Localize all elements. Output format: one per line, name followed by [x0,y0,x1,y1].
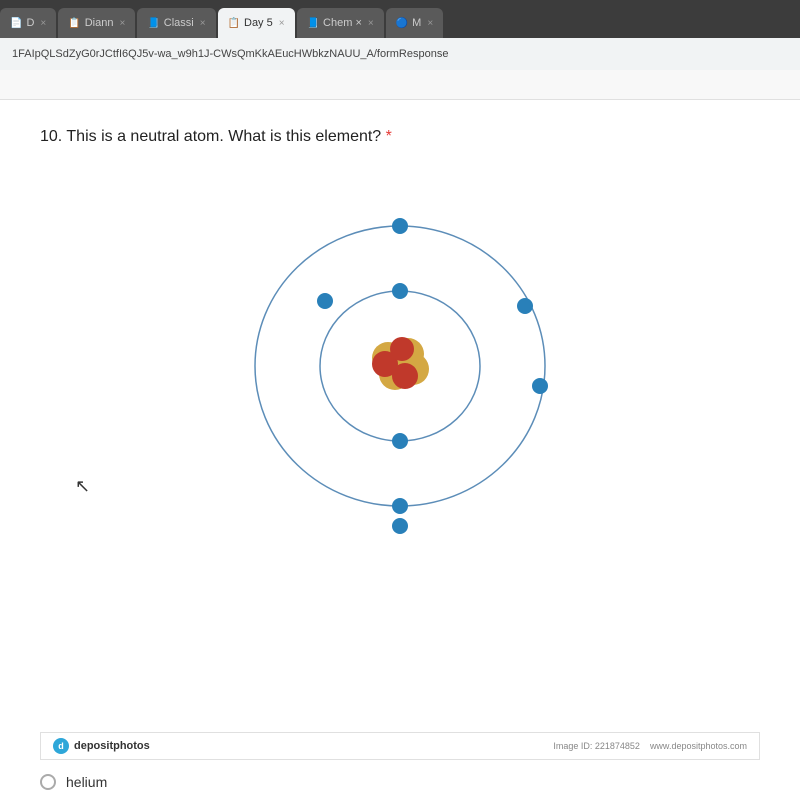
tab-close-m[interactable]: × [427,18,433,29]
browser-frame: 📄 D × 📋 Diann × 📘 Classi × 📋 Day 5 × 📘 C… [0,0,800,800]
tab-day5[interactable]: 📋 Day 5 × [218,8,295,38]
atom-svg [230,186,570,546]
tab-close-classi[interactable]: × [200,18,206,29]
address-bar[interactable]: 1FAIpQLSdZyG0rJCtfI6QJ5v-wa_w9h1J-CWsQmK… [0,38,800,70]
electron-outer-1 [392,218,408,234]
tab-chem[interactable]: 📘 Chem × × [297,8,384,38]
tab-m[interactable]: 🔵 M × [386,8,443,38]
tab-label-m: M [412,17,421,29]
electron-outer-4 [317,293,333,309]
electron-outer-2 [517,298,533,314]
electron-outer-5 [392,498,408,514]
tab-icon-m: 🔵 [396,18,408,29]
question-text: 10. This is a neutral atom. What is this… [40,128,760,146]
depositphotos-bar: d depositphotos Image ID: 221874852 www.… [40,732,760,760]
radio-helium[interactable] [40,774,56,790]
nucleus-proton-2 [392,363,418,389]
electron-outer-3 [532,378,548,394]
depositphotos-icon: d [53,738,69,754]
tab-label-classi: Classi [164,17,194,29]
electron-inner-2 [392,433,408,449]
tab-label-d: D [26,17,34,29]
tab-close-d[interactable]: × [40,18,46,29]
atom-diagram: ↖ [40,166,760,566]
tab-icon-d: 📄 [10,18,22,29]
question-body: This is a neutral atom. What is this ele… [66,128,381,145]
tab-icon-diann: 📋 [68,18,80,29]
cursor-arrow: ↖ [75,476,90,497]
tab-label-day5: Day 5 [244,17,273,29]
answer-section: helium [0,760,800,800]
tab-label-diann: Diann [85,17,114,29]
tab-close-chem[interactable]: × [368,18,374,29]
image-id: Image ID: 221874852 [553,741,640,751]
tab-classi[interactable]: 📘 Classi × [137,8,215,38]
tab-close-diann[interactable]: × [119,18,125,29]
tab-label-chem: Chem × [323,17,362,29]
depositphotos-website: www.depositphotos.com [650,741,747,751]
depositphotos-brand: depositphotos [74,740,150,752]
tab-icon-chem: 📘 [307,18,319,29]
tab-bar: 📄 D × 📋 Diann × 📘 Classi × 📋 Day 5 × 📘 C… [0,0,800,38]
tab-d[interactable]: 📄 D × [0,8,56,38]
top-spacer [0,70,800,100]
tab-diann[interactable]: 📋 Diann × [58,8,135,38]
question-area: 10. This is a neutral atom. What is this… [0,100,800,732]
depositphotos-logo: d depositphotos [53,738,150,754]
electron-outer-6 [392,518,408,534]
answer-label-helium: helium [66,774,107,790]
page-content: 10. This is a neutral atom. What is this… [0,70,800,800]
tab-icon-classi: 📘 [147,18,159,29]
tab-icon-day5: 📋 [228,18,240,29]
nucleus-proton-3 [390,337,414,361]
tab-close-day5[interactable]: × [279,18,285,29]
electron-inner-1 [392,283,408,299]
image-id-text: Image ID: 221874852 www.depositphotos.co… [553,741,747,751]
address-text: 1FAIpQLSdZyG0rJCtfI6QJ5v-wa_w9h1J-CWsQmK… [12,48,448,60]
question-number: 10. [40,128,62,145]
required-star: * [386,128,392,145]
